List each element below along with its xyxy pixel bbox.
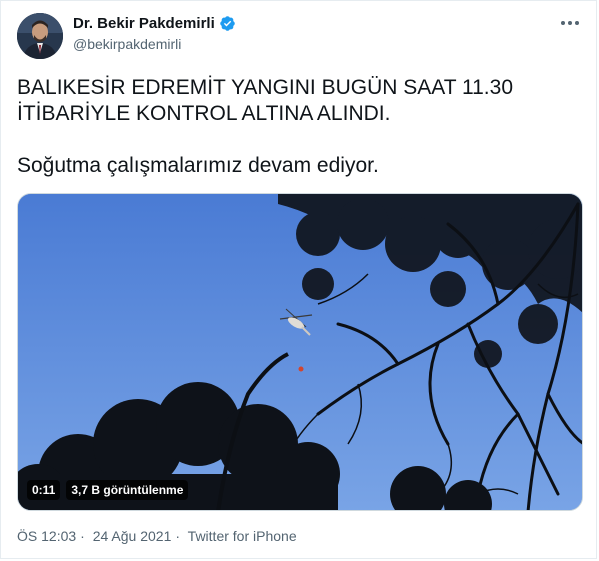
video-overlay: 0:11 3,7 B görüntülenme [27,480,189,500]
video-frame [18,194,582,510]
avatar-image [17,13,63,59]
tweet-text: BALIKESİR EDREMİT YANGINI BUGÜN SAAT 11.… [17,75,577,179]
video-player[interactable] [17,193,583,511]
video-view-count: 3,7 B görüntülenme [66,480,189,500]
meta-separator: · [80,528,85,544]
tweet-line-3: Soğutma çalışmalarımız devam ediyor. [17,154,379,177]
tweet-meta: ÖS 12:03 · 24 Ağu 2021 · Twitter for iPhon… [17,528,301,544]
author-name[interactable]: Dr. Bekir Pakdemirli [73,15,215,32]
video-duration: 0:11 [27,480,61,500]
tweet-card: Dr. Bekir Pakdemirli @bekirpakdemirli BA… [0,0,597,559]
author-name-row[interactable]: Dr. Bekir Pakdemirli [73,15,236,32]
avatar[interactable] [17,13,63,59]
tweet-source[interactable]: Twitter for iPhone [188,528,297,544]
more-horizontal-icon [561,21,579,25]
tweet-line-1: BALIKESİR EDREMİT YANGINI BUGÜN SAAT 11.… [17,76,513,99]
more-options-button[interactable] [558,11,582,35]
verified-badge-icon [219,16,235,31]
tweet-line-2: İTİBARİYLE KONTROL ALTINA ALINDI. [17,102,391,125]
author-handle[interactable]: @bekirpakdemirli [73,36,181,52]
tweet-time[interactable]: ÖS 12:03 [17,528,76,544]
meta-separator: · [175,528,181,544]
tweet-date[interactable]: 24 Ağu 2021 [93,528,172,544]
